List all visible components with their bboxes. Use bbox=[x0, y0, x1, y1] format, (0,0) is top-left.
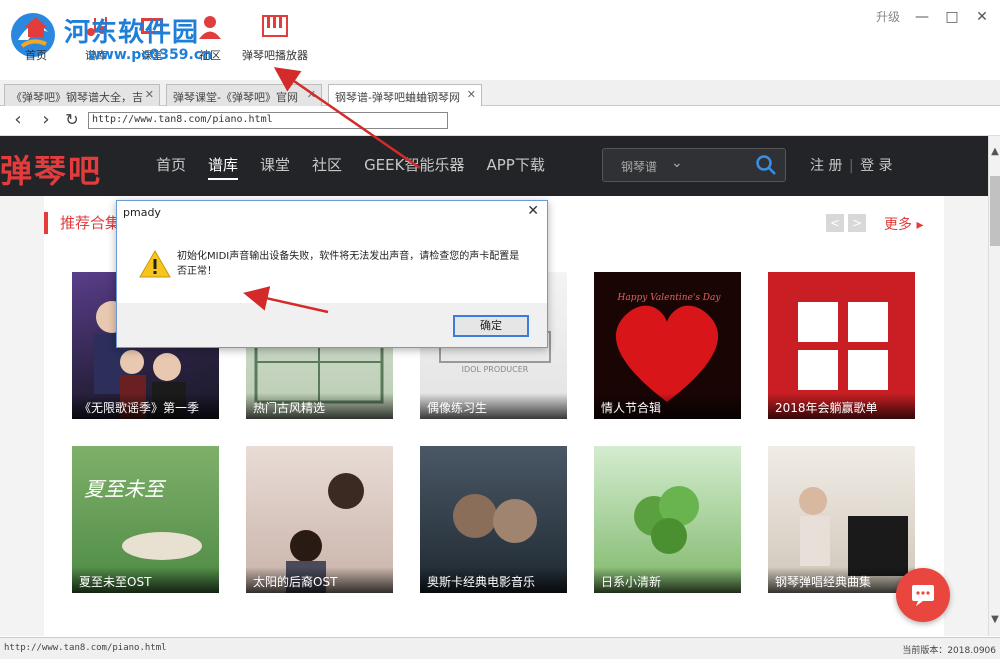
tab-close-icon[interactable]: ✕ bbox=[145, 88, 154, 101]
tab-label: 《弹琴吧》钢琴谱大全，吉 bbox=[11, 91, 143, 104]
scroll-thumb[interactable] bbox=[990, 176, 1000, 246]
dialog-title: pmady bbox=[123, 206, 161, 219]
chat-button[interactable] bbox=[896, 568, 950, 622]
collection-card[interactable]: 2018年会躺赢歌单 bbox=[768, 272, 915, 419]
toolbar-home[interactable]: 首页 bbox=[22, 14, 50, 63]
refresh-icon[interactable]: ↻ bbox=[62, 110, 82, 130]
login-link[interactable]: 登 录 bbox=[860, 158, 892, 174]
chevron-down-icon[interactable]: ⌄ bbox=[671, 155, 683, 171]
status-version: 当前版本：2018.0906 bbox=[902, 646, 996, 656]
collection-card[interactable]: 夏至未至 夏至未至OST bbox=[72, 446, 219, 593]
svg-text:夏至未至: 夏至未至 bbox=[84, 477, 167, 501]
toolbar-player-label: 弹琴吧播放器 bbox=[242, 49, 308, 62]
url-input[interactable]: http://www.tan8.com/piano.html bbox=[88, 112, 448, 129]
card-caption: 夏至未至OST bbox=[72, 567, 219, 593]
back-icon[interactable]: ‹ bbox=[8, 110, 28, 130]
warning-icon bbox=[139, 249, 171, 278]
upgrade-link[interactable]: 升级 bbox=[876, 8, 900, 25]
more-label: 更多 bbox=[884, 217, 912, 233]
next-arrow-icon[interactable]: > bbox=[848, 214, 866, 232]
address-bar: ‹ › ↻ http://www.tan8.com/piano.html bbox=[0, 106, 1000, 136]
home-icon bbox=[25, 17, 47, 37]
tab-close-icon[interactable]: ✕ bbox=[467, 88, 476, 101]
card-caption: 太阳的后裔OST bbox=[246, 567, 393, 593]
toolbar-home-label: 首页 bbox=[25, 49, 47, 62]
auth-separator: | bbox=[848, 158, 854, 174]
section-title: 推荐合集 bbox=[44, 212, 120, 234]
svg-text:Happy Valentine's Day: Happy Valentine's Day bbox=[617, 293, 722, 303]
scroll-up-icon[interactable]: ▲ bbox=[989, 146, 1000, 157]
tab-label: 弹琴课堂-《弹琴吧》官网 bbox=[173, 91, 298, 104]
community-icon bbox=[199, 16, 221, 39]
card-caption: 2018年会躺赢歌单 bbox=[768, 393, 915, 419]
site-logo[interactable]: 弹琴吧 bbox=[0, 146, 102, 192]
collection-card[interactable]: Happy Valentine's Day 情人节合辑 bbox=[594, 272, 741, 419]
tab-item[interactable]: 《弹琴吧》钢琴谱大全，吉 ✕ bbox=[4, 84, 160, 106]
dialog-close-icon[interactable]: ✕ bbox=[527, 203, 539, 219]
search-type-select[interactable]: 钢琴谱 bbox=[621, 158, 657, 175]
svg-text:IDOL PRODUCER: IDOL PRODUCER bbox=[462, 365, 529, 374]
more-link[interactable]: 更多 ▸ bbox=[884, 214, 923, 234]
close-window-icon[interactable]: ✕ bbox=[974, 9, 990, 25]
search-box[interactable]: 钢琴谱 ⌄ bbox=[602, 148, 786, 182]
auth-links: 注 册 | 登 录 bbox=[810, 155, 893, 175]
forward-icon[interactable]: › bbox=[36, 110, 56, 130]
minimize-icon[interactable]: — bbox=[914, 9, 930, 25]
piano-icon bbox=[262, 15, 288, 37]
tab-bar: 《弹琴吧》钢琴谱大全，吉 ✕ 弹琴课堂-《弹琴吧》官网 ✕ 钢琴谱-弹琴吧蛐蛐钢… bbox=[0, 80, 1000, 107]
site-header: 弹琴吧 首页 谱库 课堂 社区 GEEK智能乐器 APP下载 钢琴谱 ⌄ 注 册… bbox=[0, 136, 988, 196]
collection-card[interactable]: 奥斯卡经典电影音乐 bbox=[420, 446, 567, 593]
card-caption: 日系小清新 bbox=[594, 567, 741, 593]
carousel-pager: < > bbox=[826, 214, 866, 232]
site-nav-classroom[interactable]: 课堂 bbox=[260, 154, 290, 180]
card-caption: 钢琴弹唱经典曲集 bbox=[768, 567, 915, 593]
ok-button[interactable]: 确定 bbox=[453, 315, 529, 337]
chat-icon bbox=[912, 585, 934, 606]
tab-item[interactable]: 弹琴课堂-《弹琴吧》官网 ✕ bbox=[166, 84, 322, 106]
more-arrow-icon: ▸ bbox=[916, 217, 924, 233]
app-window: 首页 谱库 课堂 社区 弹琴吧播放器 河东软件园 www.pc0359.cn 升… bbox=[0, 0, 1000, 659]
toolbar-player[interactable]: 弹琴吧播放器 bbox=[242, 14, 308, 63]
site-nav-geek[interactable]: GEEK智能乐器 bbox=[364, 154, 464, 180]
site-nav: 首页 谱库 课堂 社区 GEEK智能乐器 APP下载 bbox=[156, 154, 545, 180]
card-caption: 情人节合辑 bbox=[594, 393, 741, 419]
collection-card[interactable]: 钢琴弹唱经典曲集 bbox=[768, 446, 915, 593]
window-controls: 升级 — □ ✕ bbox=[876, 8, 990, 25]
tab-close-icon[interactable]: ✕ bbox=[307, 88, 316, 101]
site-nav-library[interactable]: 谱库 bbox=[208, 154, 239, 180]
error-dialog: pmady ✕ 初始化MIDI声音输出设备失败，软件将无法发出声音，请检查您的声… bbox=[116, 200, 548, 348]
dialog-body: 初始化MIDI声音输出设备失败，软件将无法发出声音，请检查您的声卡配置是否正常！ bbox=[117, 227, 547, 303]
site-nav-home[interactable]: 首页 bbox=[156, 154, 186, 180]
search-icon[interactable] bbox=[755, 154, 777, 176]
dialog-footer: 确定 bbox=[117, 303, 547, 347]
card-caption: 《无限歌谣季》第一季 bbox=[72, 393, 219, 419]
maximize-icon[interactable]: □ bbox=[944, 9, 960, 25]
site-nav-app[interactable]: APP下载 bbox=[486, 154, 544, 180]
watermark-url: www.pc0359.cn bbox=[88, 47, 213, 63]
top-toolbar: 首页 谱库 课堂 社区 弹琴吧播放器 河东软件园 www.pc0359.cn 升… bbox=[0, 0, 1000, 80]
tab-label: 钢琴谱-弹琴吧蛐蛐钢琴网 bbox=[335, 91, 460, 104]
register-link[interactable]: 注 册 bbox=[810, 158, 842, 174]
collection-card[interactable]: 日系小清新 bbox=[594, 446, 741, 593]
collection-card[interactable]: 太阳的后裔OST bbox=[246, 446, 393, 593]
status-bar: http://www.tan8.com/piano.html 当前版本：2018… bbox=[0, 637, 1000, 659]
vertical-scrollbar[interactable]: ▲ ▼ bbox=[988, 136, 1000, 636]
watermark-site-name: 河东软件园 bbox=[64, 18, 200, 48]
site-nav-community[interactable]: 社区 bbox=[312, 154, 342, 180]
card-caption: 奥斯卡经典电影音乐 bbox=[420, 567, 567, 593]
scroll-down-icon[interactable]: ▼ bbox=[989, 614, 1000, 625]
status-url: http://www.tan8.com/piano.html bbox=[4, 643, 167, 653]
prev-arrow-icon[interactable]: < bbox=[826, 214, 844, 232]
card-caption: 偶像练习生 bbox=[420, 393, 567, 419]
dialog-message: 初始化MIDI声音输出设备失败，软件将无法发出声音，请检查您的声卡配置是否正常！ bbox=[177, 251, 520, 277]
card-caption: 热门古风精选 bbox=[246, 393, 393, 419]
tab-item-active[interactable]: 钢琴谱-弹琴吧蛐蛐钢琴网 ✕ bbox=[328, 84, 482, 107]
